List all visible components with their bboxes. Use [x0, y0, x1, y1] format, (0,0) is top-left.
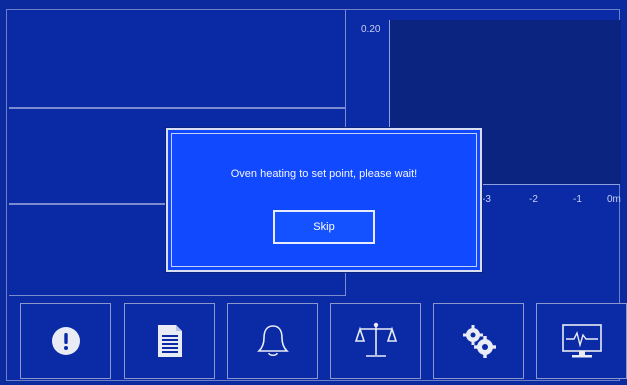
- skip-button[interactable]: Skip: [273, 210, 375, 244]
- info-panel-top: [9, 10, 345, 108]
- dialog-message: Oven heating to set point, please wait!: [230, 168, 418, 180]
- document-icon: [156, 323, 184, 359]
- graph-x-tick: -1: [573, 194, 582, 205]
- monitor-button[interactable]: [536, 303, 627, 379]
- settings-button[interactable]: [433, 303, 524, 379]
- gears-icon: [460, 323, 498, 359]
- alerts-button[interactable]: [20, 303, 111, 379]
- balance-scale-icon: [354, 321, 398, 361]
- bottom-toolbar: [0, 303, 627, 385]
- alert-icon: [51, 326, 81, 356]
- bell-icon: [256, 323, 290, 359]
- notifications-button[interactable]: [227, 303, 318, 379]
- reports-button[interactable]: [124, 303, 215, 379]
- calibration-button[interactable]: [330, 303, 421, 379]
- graph-x-tick: 0m: [607, 194, 621, 205]
- dialog-inner-border: [171, 133, 477, 267]
- oven-heating-dialog: Oven heating to set point, please wait! …: [165, 127, 483, 273]
- graph-x-tick: -2: [529, 194, 538, 205]
- graph-y-tick: 0.20: [361, 24, 381, 35]
- monitor-waveform-icon: [560, 321, 604, 361]
- graph-x-tick: -3: [482, 194, 491, 205]
